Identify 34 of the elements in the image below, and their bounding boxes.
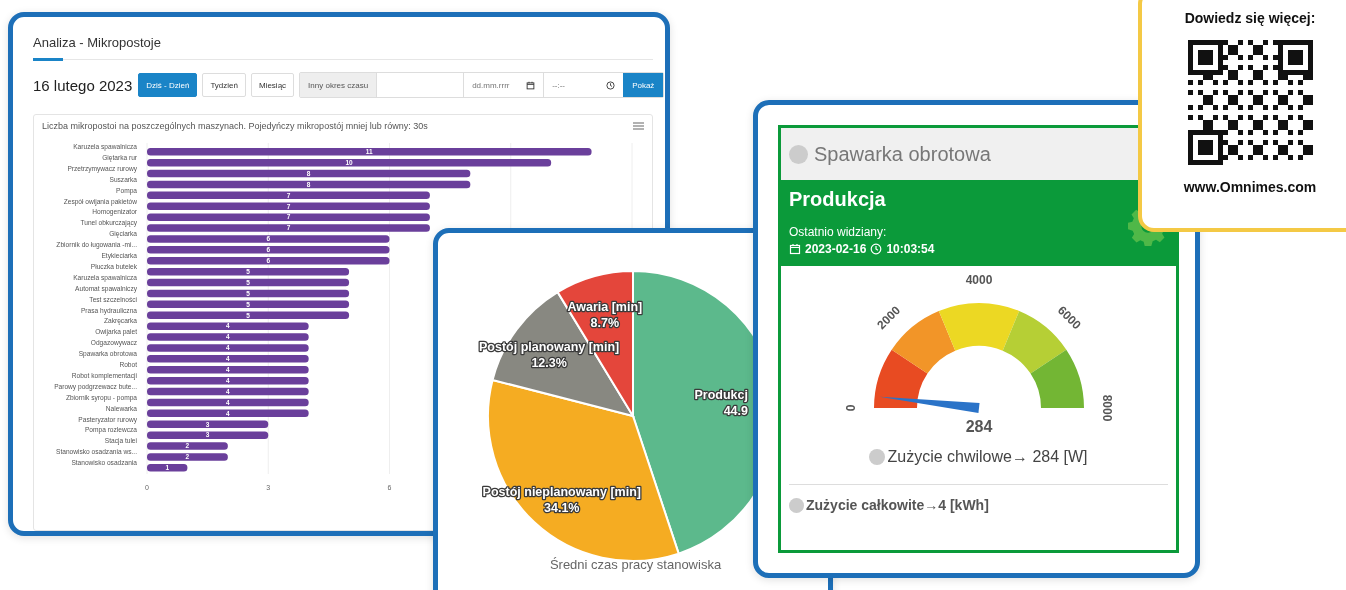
last-seen-date: 2023-02-16: [805, 242, 867, 256]
slice-label: Produkcj 44.9: [694, 387, 748, 418]
qr-code-icon: [1188, 40, 1313, 165]
usage-dot: [869, 449, 886, 465]
gauge-tick-label: 0: [843, 404, 858, 412]
status-dot: [789, 144, 808, 164]
gauge-value: 284: [965, 418, 992, 435]
period-tab[interactable]: Tydzień: [202, 73, 246, 97]
title-underline: [33, 58, 63, 61]
machine-name: Spawarka obrotowa: [814, 142, 991, 166]
gauge-tick-label: 8000: [1099, 394, 1114, 422]
total-usage: Zużycie całkowite→4 [kWh]: [806, 497, 989, 513]
range-label: Inny okres czasu: [300, 73, 377, 97]
pie-caption: Średni czas pracy stanowiska: [548, 557, 723, 572]
date-label: 16 lutego 2023: [33, 76, 133, 94]
last-seen-time: 10:03:54: [886, 242, 935, 256]
status-label: Produkcja: [789, 188, 887, 211]
gauge-tick-label: 4000: [965, 273, 992, 288]
promo-heading: Dowiedz się więcej:: [1183, 10, 1317, 26]
promo-url[interactable]: www.Omnimes.com: [1172, 179, 1328, 195]
usage-dot: [789, 497, 804, 513]
menu-icon[interactable]: [633, 122, 644, 130]
calendar-icon: [526, 80, 536, 90]
page-title: Analiza - Mikropostoje: [33, 35, 162, 50]
instant-usage: Zużycie chwilowe→ 284 [W]: [887, 448, 1088, 466]
period-tab[interactable]: Miesiąc: [250, 73, 295, 97]
clock-icon: [606, 80, 616, 90]
clock-icon: [870, 243, 883, 255]
last-seen-label: Ostatnio widziany:: [789, 225, 888, 239]
calendar-icon: [789, 243, 801, 255]
chart-title: Liczba mikropostoi na poszczególnych maszynach. Pojedyńczy mikropostój mniej lub równy: 30s: [42, 121, 428, 131]
show-button[interactable]: Pokaż: [623, 73, 664, 97]
bar: [147, 464, 188, 472]
period-tab[interactable]: Dziś - Dzień: [138, 73, 198, 97]
